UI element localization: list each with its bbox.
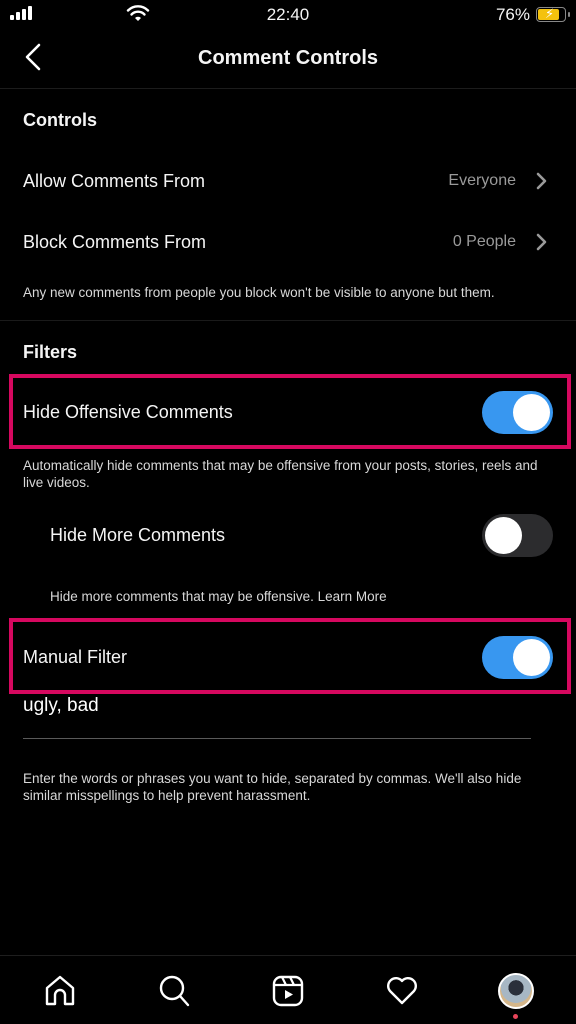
hide-offensive-comments-description: Automatically hide comments that may be … (23, 458, 538, 490)
hide-more-comments-toggle[interactable] (482, 514, 553, 557)
hide-more-comments-description: Hide more comments that may be offensive… (50, 588, 552, 605)
charging-bolt-icon: ⚡ (545, 6, 555, 21)
manual-filter-words-input[interactable] (23, 693, 531, 739)
learn-more-link[interactable]: Learn More (318, 589, 387, 604)
toggle-knob (485, 517, 522, 554)
tab-reels[interactable] (268, 971, 308, 1011)
notification-dot (513, 1014, 518, 1019)
tab-activity[interactable] (382, 971, 422, 1011)
chevron-right-icon (536, 233, 547, 251)
filters-section-title: Filters (23, 342, 78, 362)
block-comments-from-label: Block Comments From (23, 231, 207, 252)
hide-more-description-text: Hide more comments that may be offensive… (50, 589, 314, 604)
block-comments-from-value: 0 People (452, 233, 516, 250)
tab-home[interactable] (40, 971, 80, 1011)
toggle-knob (513, 394, 550, 431)
block-comments-from-row[interactable]: Block Comments From 0 People (0, 217, 576, 267)
chevron-right-icon (536, 172, 547, 190)
hide-offensive-comments-label: Hide Offensive Comments (23, 401, 233, 422)
controls-section-title: Controls (23, 110, 97, 130)
search-icon (159, 975, 190, 1007)
battery-percent: 76% (495, 5, 530, 24)
nav-header: Comment Controls (0, 30, 576, 89)
clock: 22:40 (266, 5, 310, 24)
tab-profile[interactable] (496, 971, 536, 1011)
home-icon (45, 975, 75, 1006)
section-divider (0, 320, 576, 321)
manual-filter-description: Enter the words or phrases you want to h… (23, 771, 522, 803)
allow-comments-from-label: Allow Comments From (23, 170, 206, 191)
bottom-tab-bar (0, 955, 576, 1024)
status-bar: 22:40 76% ⚡ (0, 0, 576, 30)
tab-search[interactable] (154, 971, 194, 1011)
hide-more-comments-label: Hide More Comments (50, 524, 226, 545)
battery-icon: ⚡ (536, 6, 570, 22)
allow-comments-from-value: Everyone (448, 172, 516, 189)
toggle-knob (513, 639, 550, 676)
heart-icon (387, 977, 417, 1005)
allow-comments-from-row[interactable]: Allow Comments From Everyone (0, 156, 576, 206)
hide-offensive-comments-toggle[interactable] (482, 391, 553, 434)
reels-icon (272, 975, 304, 1007)
block-comments-description: Any new comments from people you block w… (23, 285, 495, 300)
page-title: Comment Controls (198, 47, 378, 69)
manual-filter-label: Manual Filter (23, 646, 128, 667)
manual-filter-toggle[interactable] (482, 636, 553, 679)
avatar (498, 973, 534, 1009)
